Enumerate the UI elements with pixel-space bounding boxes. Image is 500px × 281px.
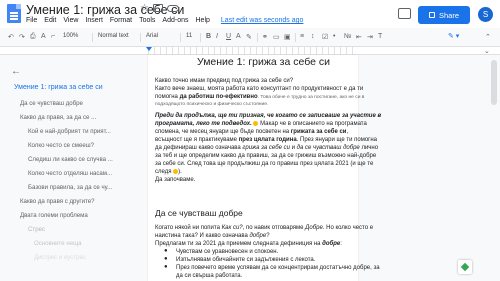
- outline-item[interactable]: Да се чувстваш добре: [20, 100, 138, 107]
- outline-item[interactable]: Следиш ли какво се случва ...: [28, 156, 132, 163]
- outline-item[interactable]: Умение 1: грижа за себе си: [14, 84, 132, 91]
- paragraph-line: подходящото психическо и физическо състо…: [155, 102, 269, 107]
- numbered-list-icon[interactable]: №: [344, 33, 352, 40]
- list-item: да си свърша работата.: [176, 273, 243, 279]
- comment-add-icon[interactable]: ▭: [273, 33, 280, 41]
- star-icon[interactable]: ☆: [140, 3, 149, 14]
- paragraph-line: наистина така? И какво означава добре?: [155, 233, 270, 239]
- pencil-icon[interactable]: ✎ ▾: [448, 32, 476, 43]
- undo-icon[interactable]: ↶: [8, 33, 14, 41]
- paragraph-line: спомена, че месец януари ще бъде посвете…: [155, 129, 349, 135]
- menu-file[interactable]: File: [26, 17, 37, 27]
- paint-format-icon[interactable]: ⌐: [51, 33, 55, 40]
- page-title: Умение 1: грижа за себе си: [197, 56, 330, 68]
- share-label: Share: [438, 10, 459, 20]
- paragraph-line: следя ).: [155, 168, 182, 175]
- last-edit-link[interactable]: Last edit was seconds ago: [221, 17, 304, 27]
- clear-format-icon[interactable]: T: [378, 33, 382, 40]
- highlight-icon[interactable]: ✎: [246, 33, 252, 41]
- paragraph-line: за себе си. След това ще продължиш да го…: [155, 161, 374, 167]
- scrollbar[interactable]: [491, 60, 497, 105]
- avatar[interactable]: S: [478, 7, 493, 22]
- title-bar: Умение 1: грижа за себе си ☆ File Edit V…: [0, 0, 500, 28]
- print-icon[interactable]: ⎙: [30, 33, 36, 41]
- line-spacing-icon[interactable]: ↕: [311, 33, 315, 40]
- font-select[interactable]: Arial: [146, 33, 158, 39]
- outline-item[interactable]: Колко често отделяш насам...: [28, 170, 132, 177]
- list-item: Чувствам се уравновесен и спокоен.: [176, 249, 279, 255]
- lock-icon: [428, 12, 435, 18]
- spellcheck-icon[interactable]: A: [41, 33, 46, 40]
- outline-item[interactable]: Стрес: [28, 226, 132, 233]
- smile-emoji-icon: [253, 120, 259, 126]
- increase-indent-icon[interactable]: ⇥: [367, 33, 373, 41]
- paragraph-line: за теб и ще определим какво да правиш, з…: [155, 153, 377, 159]
- outline-item[interactable]: Основните неща: [34, 240, 132, 247]
- comments-icon[interactable]: [398, 8, 411, 19]
- cloud-saved-icon[interactable]: [167, 5, 179, 12]
- bullet-icon: ●: [164, 248, 168, 254]
- bold-icon[interactable]: B: [206, 33, 211, 40]
- document-page[interactable]: Умение 1: грижа за себе си Какво точно и…: [148, 55, 381, 281]
- paragraph-line: да дефинираш какво означава грижа за себ…: [155, 145, 379, 151]
- docs-logo-icon[interactable]: [7, 4, 21, 23]
- outline-item[interactable]: Колко често се смееш?: [28, 142, 132, 149]
- menu-addons[interactable]: Add-ons: [162, 17, 188, 27]
- outline-item[interactable]: Дистрес и еустрес: [34, 254, 132, 261]
- menu-help[interactable]: Help: [196, 17, 210, 27]
- ruler[interactable]: [0, 46, 500, 55]
- back-arrow-icon[interactable]: ←: [11, 66, 21, 77]
- bulleted-list-icon[interactable]: •: [333, 33, 335, 40]
- paragraph-line: Както вече знаеш, моята работа като конс…: [155, 86, 364, 92]
- paragraph-line: всъщност ще я практикуваме през цялата г…: [155, 137, 378, 143]
- outline-item[interactable]: Какво да правя с другите?: [20, 198, 138, 205]
- decrease-indent-icon[interactable]: ⇤: [356, 33, 362, 41]
- bullet-icon: ●: [164, 264, 168, 270]
- menu-tools[interactable]: Tools: [139, 17, 155, 27]
- menu-edit[interactable]: Edit: [44, 17, 56, 27]
- outline-item[interactable]: Двата големи проблема: [20, 212, 138, 219]
- image-icon[interactable]: ▣: [284, 33, 291, 41]
- menu-insert[interactable]: Insert: [85, 17, 103, 27]
- outline-item[interactable]: Кой е най-добрият ти прият...: [28, 128, 132, 135]
- document-outline: ← Умение 1: грижа за себе си Да се чувст…: [0, 57, 140, 281]
- menu-bar: File Edit View Insert Format Tools Add-o…: [26, 17, 303, 27]
- section-heading: Да се чувстваш добре: [155, 208, 243, 218]
- outline-item[interactable]: Какво да правя, за да се ...: [20, 114, 138, 121]
- paragraph-line: Да започваме.: [155, 177, 196, 183]
- italic-icon[interactable]: I: [216, 33, 218, 40]
- explore-button[interactable]: [458, 260, 472, 274]
- paragraph-line: Преди да продължа, ще ти призная, че ког…: [155, 113, 382, 119]
- menu-format[interactable]: Format: [110, 17, 132, 27]
- paragraph-line: Какво точно имам предвид под грижа за се…: [155, 78, 294, 84]
- align-icon[interactable]: ≡: [300, 33, 304, 40]
- zoom-select[interactable]: 100%: [63, 33, 78, 39]
- menu-view[interactable]: View: [63, 17, 78, 27]
- chevron-up-icon[interactable]: ⌃: [485, 33, 491, 41]
- link-icon[interactable]: ⚭: [262, 33, 268, 41]
- indent-marker[interactable]: [146, 47, 152, 51]
- text-color-icon[interactable]: A: [236, 33, 241, 40]
- chevron-down-icon[interactable]: ⌄: [484, 47, 490, 55]
- style-select[interactable]: Normal text: [98, 33, 129, 39]
- paragraph-line: Когато някой ни попита Как си?, по навик…: [155, 225, 374, 231]
- font-size-select[interactable]: 11: [186, 33, 192, 39]
- list-item: Изпълнявам обичайните си задължения с ле…: [176, 257, 316, 263]
- outline-item[interactable]: Базови правила, за да се чу...: [28, 184, 132, 191]
- redo-icon[interactable]: ↷: [19, 33, 25, 41]
- share-button[interactable]: Share: [418, 6, 470, 24]
- bullet-icon: ●: [164, 256, 168, 262]
- underline-icon[interactable]: U: [226, 33, 231, 40]
- checklist-icon[interactable]: ☑: [322, 33, 328, 41]
- list-item: През повечето време успявам да се концен…: [176, 265, 380, 271]
- paragraph-line: програмата, леко те подведох. Макар че в…: [155, 120, 367, 127]
- move-to-folder-icon[interactable]: [153, 4, 163, 12]
- paragraph-line: Предлагам ти за 2021 да приемем следната…: [155, 241, 342, 247]
- toolbar: ↶ ↷ ⎙ A ⌐ 100% Normal text Arial 11 B I …: [0, 30, 500, 45]
